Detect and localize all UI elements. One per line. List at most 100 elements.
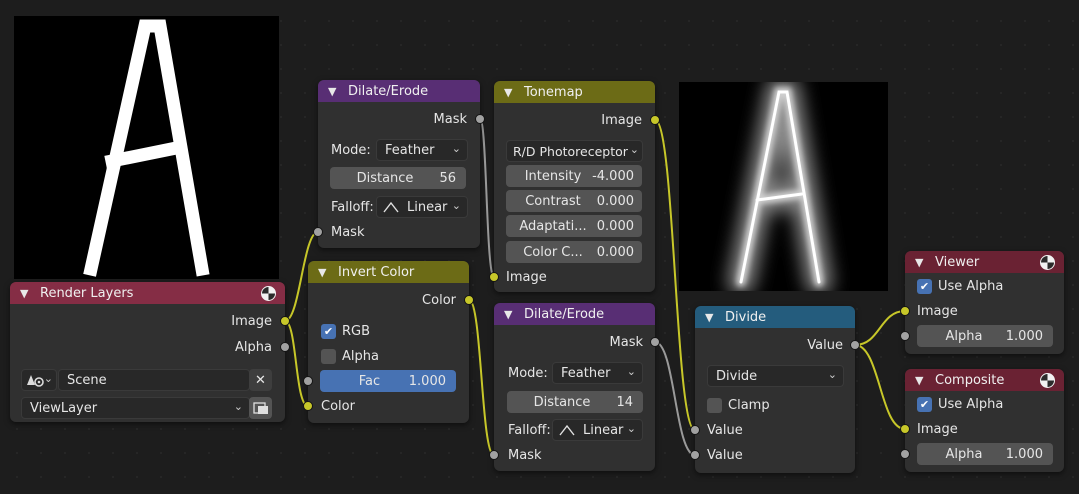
mode-row: Mode: [508,363,548,383]
invert-color-header[interactable]: ▼ Invert Color [308,261,469,283]
render-preview-image [14,16,279,279]
input-image-label: Image [917,421,958,437]
input-mask-label: Mask [331,224,365,240]
chevron-down-icon[interactable]: ▼ [705,311,719,324]
chevron-down-icon[interactable]: ▼ [504,308,518,321]
node-title: Invert Color [338,264,415,280]
output-image-row: Image [231,311,272,331]
composite-node[interactable]: ▼ Composite ✔ Use Alpha Image Alpha 1.00… [905,369,1064,472]
chevron-down-icon[interactable]: ▼ [318,266,332,279]
falloff-dropdown[interactable]: Linear ⌄ [376,196,468,218]
tonemap-header[interactable]: ▼ Tonemap [494,81,655,103]
output-mask-row: Mask [434,109,467,129]
input-color-row: Color [321,396,355,416]
globe-icon[interactable] [261,285,276,301]
distance-field[interactable]: Distance 56 [330,167,466,189]
clamp-checkbox[interactable] [707,397,722,413]
alpha-checkbox[interactable] [321,348,336,364]
scene-type-button[interactable]: ⌄ [21,369,57,391]
intensity-value: -4.000 [592,168,634,184]
input-image-row: Image [917,301,958,321]
chevron-down-icon[interactable]: ▼ [915,374,929,387]
view-layer-name: ViewLayer [30,400,98,416]
globe-icon[interactable] [1040,372,1055,388]
chevron-down-icon: ⌄ [629,143,639,156]
use-alpha-checkbox[interactable]: ✔ [917,396,932,412]
render-layers-header[interactable]: ▼ Render Layers [10,282,285,304]
falloff-dropdown[interactable]: Linear ⌄ [552,419,643,441]
fac-label: Fac [358,373,381,389]
clamp-label: Clamp [728,397,770,413]
input-image-label: Image [917,303,958,319]
alpha-checkbox-row[interactable]: Alpha [321,346,379,366]
use-alpha-checkbox[interactable]: ✔ [917,278,932,294]
dilate-erode-header[interactable]: ▼ Dilate/Erode [494,303,655,325]
mode-dropdown[interactable]: Feather ⌄ [376,139,468,161]
falloff-label: Falloff: [508,422,551,438]
chevron-down-icon[interactable]: ▼ [504,86,518,99]
dilate-erode-header[interactable]: ▼ Dilate/Erode [318,80,480,102]
dilate-erode-node-2[interactable]: ▼ Dilate/Erode Mask Mode: Feather ⌄ Dist… [494,303,655,471]
chevron-down-icon: ⌄ [626,365,636,378]
mode-value: Feather [385,142,435,158]
viewer-header[interactable]: ▼ Viewer [905,251,1064,273]
linear-falloff-icon [559,424,575,436]
output-image-label: Image [231,313,272,329]
distance-label: Distance [356,170,414,186]
view-layer-dropdown[interactable]: ViewLayer ⌄ [21,397,250,419]
scene-field[interactable]: Scene [58,369,250,391]
node-title: Dilate/Erode [348,83,429,99]
chevron-down-icon: ⌄ [626,422,636,435]
chevron-down-icon[interactable]: ▼ [328,85,342,98]
tonemap-type-dropdown[interactable]: R/D Photoreceptor ⌄ [506,140,643,162]
tonemap-node[interactable]: ▼ Tonemap Image R/D Photoreceptor ⌄ Inte… [494,81,655,292]
adaptation-field[interactable]: Adaptati... 0.000 [506,215,642,237]
intensity-field[interactable]: Intensity -4.000 [506,165,642,187]
chevron-down-icon[interactable]: ▼ [20,287,34,300]
tonemap-type-value: R/D Photoreceptor [513,143,628,159]
viewer-node[interactable]: ▼ Viewer ✔ Use Alpha Image Alpha 1.000 [905,251,1064,354]
chevron-down-icon: ⌄ [451,199,461,212]
mode-dropdown[interactable]: Feather ⌄ [552,362,643,384]
chevron-down-icon: ⌄ [43,372,53,385]
output-color-label: Color [422,292,456,308]
node-title: Render Layers [40,285,134,301]
rgb-checkbox[interactable]: ✔ [321,323,336,339]
use-alpha-row[interactable]: ✔ Use Alpha [917,394,1003,414]
link-divide-to-composite [854,344,906,430]
input-mask-row: Mask [508,445,541,465]
alpha-field[interactable]: Alpha 1.000 [917,443,1053,465]
alpha-value: 1.000 [1005,446,1043,462]
distance-field[interactable]: Distance 14 [507,391,643,413]
clamp-checkbox-row[interactable]: Clamp [707,395,770,415]
node-title: Viewer [935,254,980,270]
invert-color-node[interactable]: ▼ Invert Color Color ✔ RGB Alpha Fac 1.0… [308,261,469,423]
output-alpha-row: Alpha [235,337,272,357]
globe-icon[interactable] [1040,254,1055,270]
chevron-down-icon: ⌄ [233,400,243,413]
use-alpha-row[interactable]: ✔ Use Alpha [917,276,1003,296]
contrast-field[interactable]: Contrast 0.000 [506,190,642,212]
checkmark-icon: ✔ [323,324,334,338]
output-alpha-label: Alpha [235,339,272,355]
alpha-field[interactable]: Alpha 1.000 [917,325,1053,347]
divide-header[interactable]: ▼ Divide [695,306,855,328]
link-divide-to-viewer [854,310,906,346]
input-image-row: Image [506,267,547,287]
rgb-checkbox-row[interactable]: ✔ RGB [321,321,370,341]
node-title: Dilate/Erode [524,306,605,322]
fac-field[interactable]: Fac 1.000 [320,370,456,392]
composite-header[interactable]: ▼ Composite [905,369,1064,391]
color-correction-field[interactable]: Color C... 0.000 [506,241,642,263]
falloff-value: Linear [407,199,448,215]
use-alpha-label: Use Alpha [938,396,1004,412]
viewer-backdrop-image [679,82,888,291]
chevron-down-icon[interactable]: ▼ [915,256,929,269]
distance-value: 56 [439,170,456,186]
operation-dropdown[interactable]: Divide ⌄ [707,365,844,387]
render-layers-node[interactable]: ▼ Render Layers Image Alpha ⌄ Scene ✕ Vi… [10,282,285,422]
browse-view-layer-button[interactable] [249,397,272,419]
divide-node[interactable]: ▼ Divide Value Divide ⌄ Clamp Value Valu… [695,306,855,473]
clear-scene-button[interactable]: ✕ [249,369,272,391]
dilate-erode-node-1[interactable]: ▼ Dilate/Erode Mask Mode: Feather ⌄ Dist… [318,80,480,248]
